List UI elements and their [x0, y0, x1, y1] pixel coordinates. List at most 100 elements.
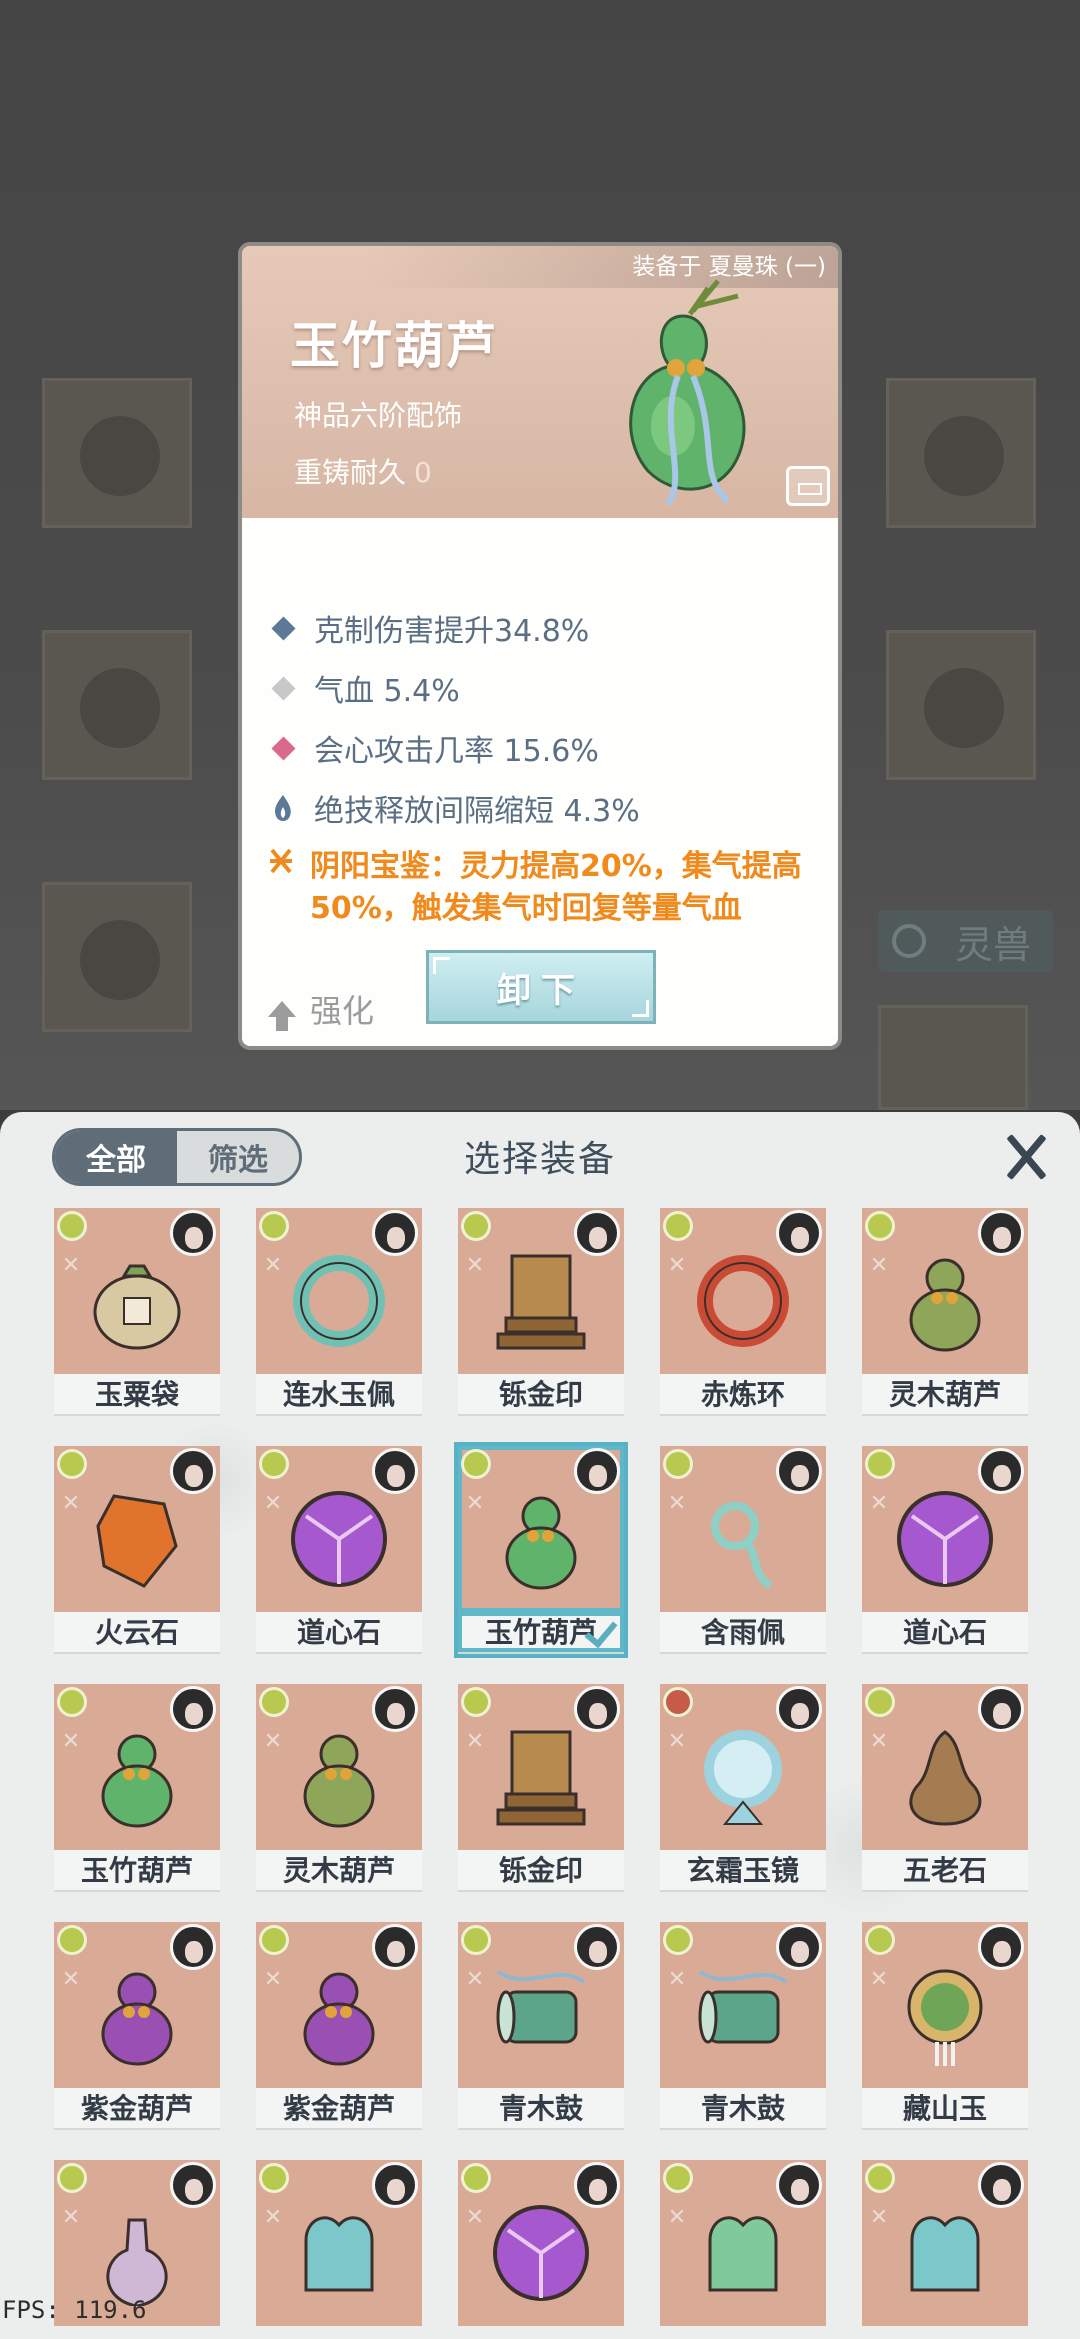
equipment-card[interactable]: ✕ 玉竹葫芦	[454, 1442, 628, 1658]
equipment-name: 藏山玉	[862, 2088, 1028, 2130]
equipment-card[interactable]: ✕	[862, 2160, 1028, 2326]
yin-yang-mark-icon: ✕	[869, 1491, 889, 1516]
equipment-card[interactable]: ✕ 玉粟袋	[54, 1208, 220, 1416]
element-badge-icon	[57, 1449, 87, 1479]
fire-ring-icon	[690, 1248, 796, 1354]
equipment-card[interactable]: ✕ 青木鼓	[458, 1922, 624, 2130]
panel-title: 选择装备	[463, 1139, 616, 1180]
beast-icon	[892, 924, 926, 958]
equipment-art: ✕	[256, 1208, 422, 1374]
equipment-card[interactable]: ✕ 铄金印	[458, 1684, 624, 1892]
enhance-button[interactable]: 强化	[268, 986, 374, 1032]
yin-yang-mark-icon: ✕	[869, 1967, 889, 1992]
equipment-card[interactable]: ✕ 玉竹葫芦	[54, 1684, 220, 1892]
owner-avatar	[776, 1924, 822, 1970]
ring-icon	[286, 1248, 392, 1354]
yin-yang-mark-icon: ✕	[869, 2205, 889, 2230]
yin-yang-mark-icon: ✕	[465, 1491, 485, 1516]
owner-avatar	[372, 1686, 418, 1732]
equipment-name: 含雨佩	[660, 1612, 826, 1654]
equipment-card[interactable]: ✕	[458, 2160, 624, 2326]
ornament-icon	[892, 2200, 998, 2306]
element-badge-icon	[461, 1449, 491, 1479]
equipment-art: ✕	[458, 1446, 624, 1612]
equipment-card[interactable]: ✕ 玄霜玉镜	[660, 1684, 826, 1892]
equipment-art: ✕	[660, 1208, 826, 1374]
equipment-art: ✕	[54, 1684, 220, 1850]
bg-equip-slot	[878, 1005, 1028, 1110]
unequip-button[interactable]: 卸下	[426, 950, 656, 1024]
yin-yang-mark-icon: ✕	[667, 1967, 687, 1992]
equipment-card[interactable]: ✕ 灵木葫芦	[256, 1684, 422, 1892]
rock-icon	[892, 1724, 998, 1830]
owner-avatar	[170, 1210, 216, 1256]
element-badge-icon	[461, 2163, 491, 2193]
bg-beast-tab: 灵兽	[878, 910, 1053, 972]
diamond-icon	[268, 673, 298, 703]
equipment-art: ✕	[862, 1922, 1028, 2088]
equipment-art: ✕	[256, 1684, 422, 1850]
equipment-card[interactable]: ✕	[54, 2160, 220, 2326]
owner-avatar	[978, 1448, 1024, 1494]
lock-icon[interactable]	[786, 466, 830, 506]
stat-text: 会心攻击几率 15.6%	[314, 734, 599, 769]
jade-icon	[892, 1962, 998, 2068]
equipment-name: 道心石	[862, 1612, 1028, 1654]
equipment-name: 玉竹葫芦	[54, 1850, 220, 1892]
close-icon[interactable]	[1002, 1132, 1050, 1180]
yin-yang-mark-icon: ✕	[667, 2205, 687, 2230]
stat-text: 气血 5.4%	[314, 674, 460, 709]
equipment-card[interactable]: ✕ 道心石	[256, 1446, 422, 1654]
yin-yang-mark-icon: ✕	[263, 1491, 283, 1516]
element-badge-icon	[461, 1211, 491, 1241]
fps-counter: FPS: 119.6	[2, 2296, 147, 2324]
equipment-card[interactable]: ✕ 藏山玉	[862, 1922, 1028, 2130]
bg-beast-label: 灵兽	[954, 922, 1031, 967]
equipment-card[interactable]: ✕ 灵木葫芦	[862, 1208, 1028, 1416]
equipment-card[interactable]: ✕ 五老石	[862, 1684, 1028, 1892]
yin-yang-mark-icon: ✕	[263, 1729, 283, 1754]
seal-icon	[488, 1724, 594, 1830]
element-badge-icon	[865, 1211, 895, 1241]
bg-equip-slot	[886, 630, 1036, 780]
equipment-card[interactable]: ✕ 赤炼环	[660, 1208, 826, 1416]
owner-avatar	[978, 1924, 1024, 1970]
bg-equip-slot	[42, 630, 192, 780]
equipment-card[interactable]: ✕ 紫金葫芦	[256, 1922, 422, 2130]
stat-row: 气血 5.4%	[268, 666, 460, 710]
orb-icon	[488, 2200, 594, 2306]
element-badge-icon	[259, 1449, 289, 1479]
purple-gourd-icon	[286, 1962, 392, 2068]
yin-yang-mark-icon: ✕	[263, 1253, 283, 1278]
equipment-name: 连水玉佩	[256, 1374, 422, 1416]
stat-row: 克制伤害提升34.8%	[268, 606, 589, 650]
orb-icon	[892, 1486, 998, 1592]
element-badge-icon	[865, 2163, 895, 2193]
owner-avatar	[372, 2162, 418, 2208]
equipment-name: 青木鼓	[458, 2088, 624, 2130]
owner-avatar	[574, 1924, 620, 1970]
equipment-name: 五老石	[862, 1850, 1028, 1892]
owner-avatar	[170, 2162, 216, 2208]
equipment-card[interactable]: ✕ 青木鼓	[660, 1922, 826, 2130]
yin-yang-mark-icon: ✕	[667, 1253, 687, 1278]
owner-avatar	[978, 2162, 1024, 2208]
equipment-art: ✕	[862, 1446, 1028, 1612]
equipment-card[interactable]: ✕	[256, 2160, 422, 2326]
stone-icon	[84, 1486, 190, 1592]
equipment-name: 铄金印	[458, 1850, 624, 1892]
yin-yang-mark-icon	[268, 846, 294, 930]
equipment-art: ✕	[862, 1684, 1028, 1850]
equipment-card[interactable]: ✕ 铄金印	[458, 1208, 624, 1416]
equipment-card[interactable]: ✕	[660, 2160, 826, 2326]
equipment-card[interactable]: ✕ 道心石	[862, 1446, 1028, 1654]
equipment-card[interactable]: ✕ 火云石	[54, 1446, 220, 1654]
equipment-art: ✕	[256, 1446, 422, 1612]
yin-yang-mark-icon: ✕	[869, 1253, 889, 1278]
equipment-name: 灵木葫芦	[862, 1374, 1028, 1416]
equipment-card[interactable]: ✕ 紫金葫芦	[54, 1922, 220, 2130]
equipment-art: ✕	[256, 1922, 422, 2088]
equipment-card[interactable]: ✕ 含雨佩	[660, 1446, 826, 1654]
equipment-card[interactable]: ✕ 连水玉佩	[256, 1208, 422, 1416]
diamond-icon	[268, 733, 298, 763]
